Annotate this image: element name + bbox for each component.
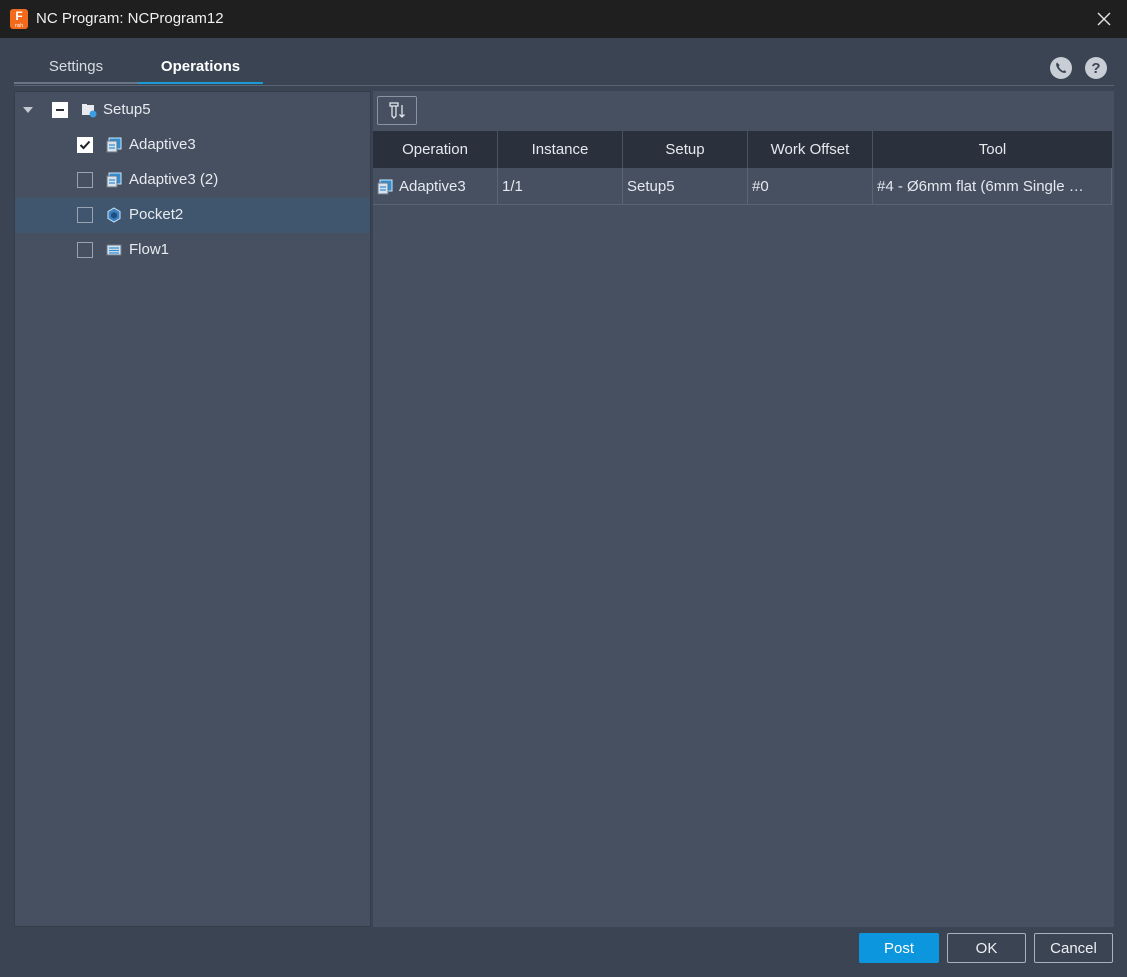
close-icon bbox=[1097, 12, 1111, 26]
sort-tool-icon bbox=[389, 101, 405, 119]
tree-item-pocket2[interactable]: Pocket2 bbox=[15, 198, 370, 233]
tab-bar: Settings Operations bbox=[14, 50, 1114, 86]
setup-checkbox[interactable] bbox=[52, 102, 68, 118]
tree-label-pocket2: Pocket2 bbox=[129, 206, 184, 223]
item-checkbox-adaptive3[interactable] bbox=[77, 137, 93, 153]
column-header-work-offset[interactable]: Work Offset bbox=[748, 131, 873, 168]
column-header-setup[interactable]: Setup bbox=[623, 131, 748, 168]
cell-work-offset: #0 bbox=[748, 168, 873, 205]
cell-operation: Adaptive3 bbox=[373, 168, 498, 205]
adaptive-icon bbox=[106, 137, 122, 153]
tree-label-adaptive3-2: Adaptive3 (2) bbox=[129, 171, 219, 188]
app-logo-sub: nsh bbox=[14, 23, 24, 29]
tree-label-flow1: Flow1 bbox=[129, 241, 170, 258]
cell-tool: #4 - Ø6mm flat (6mm Single … bbox=[873, 168, 1112, 205]
operations-tree: Setup5 Adaptive3 Adaptive3 (2) Pocket2 F… bbox=[14, 91, 371, 927]
phone-glyph-icon bbox=[1056, 62, 1067, 73]
tree-item-adaptive3[interactable]: Adaptive3 bbox=[15, 128, 370, 163]
cell-setup: Setup5 bbox=[623, 168, 748, 205]
close-button[interactable] bbox=[1081, 0, 1127, 38]
flow-icon bbox=[106, 244, 122, 256]
ok-button[interactable]: OK bbox=[947, 933, 1026, 963]
item-checkbox-pocket2[interactable] bbox=[77, 207, 93, 223]
help-icon[interactable]: ? bbox=[1085, 57, 1107, 79]
pocket-icon bbox=[107, 207, 121, 223]
item-checkbox-flow1[interactable] bbox=[77, 242, 93, 258]
column-header-instance[interactable]: Instance bbox=[498, 131, 623, 168]
tab-settings[interactable]: Settings bbox=[14, 50, 138, 84]
app-logo-icon: F nsh bbox=[10, 9, 28, 29]
tab-operations[interactable]: Operations bbox=[138, 50, 263, 84]
column-header-operation[interactable]: Operation bbox=[373, 131, 498, 168]
table-row[interactable]: Adaptive3 1/1 Setup5 #0 #4 - Ø6mm flat (… bbox=[373, 168, 1112, 205]
phone-icon[interactable] bbox=[1050, 57, 1072, 79]
grid-header: Operation Instance Setup Work Offset Too… bbox=[373, 131, 1112, 168]
sort-tool-button[interactable] bbox=[377, 96, 417, 125]
expand-caret-icon[interactable] bbox=[23, 107, 33, 113]
item-checkbox-adaptive3-2[interactable] bbox=[77, 172, 93, 188]
cell-operation-text: Adaptive3 bbox=[399, 178, 466, 195]
window-title: NC Program: NCProgram12 bbox=[36, 10, 224, 27]
tree-label-setup: Setup5 bbox=[103, 101, 151, 118]
title-bar: F nsh NC Program: NCProgram12 bbox=[0, 0, 1127, 38]
tree-label-adaptive3: Adaptive3 bbox=[129, 136, 196, 153]
tree-item-flow1[interactable]: Flow1 bbox=[15, 233, 370, 268]
check-icon bbox=[79, 140, 91, 150]
cell-instance: 1/1 bbox=[498, 168, 623, 205]
cancel-button[interactable]: Cancel bbox=[1034, 933, 1113, 963]
operations-table-panel: Operation Instance Setup Work Offset Too… bbox=[373, 91, 1114, 927]
post-button[interactable]: Post bbox=[859, 933, 939, 963]
column-header-tool[interactable]: Tool bbox=[873, 131, 1112, 168]
app-logo-letter: F bbox=[15, 9, 23, 23]
adaptive-icon bbox=[106, 172, 122, 188]
adaptive-icon bbox=[377, 179, 393, 194]
tree-item-adaptive3-2[interactable]: Adaptive3 (2) bbox=[15, 163, 370, 198]
tree-setup-row[interactable]: Setup5 bbox=[15, 93, 370, 128]
setup-folder-icon bbox=[82, 104, 97, 118]
